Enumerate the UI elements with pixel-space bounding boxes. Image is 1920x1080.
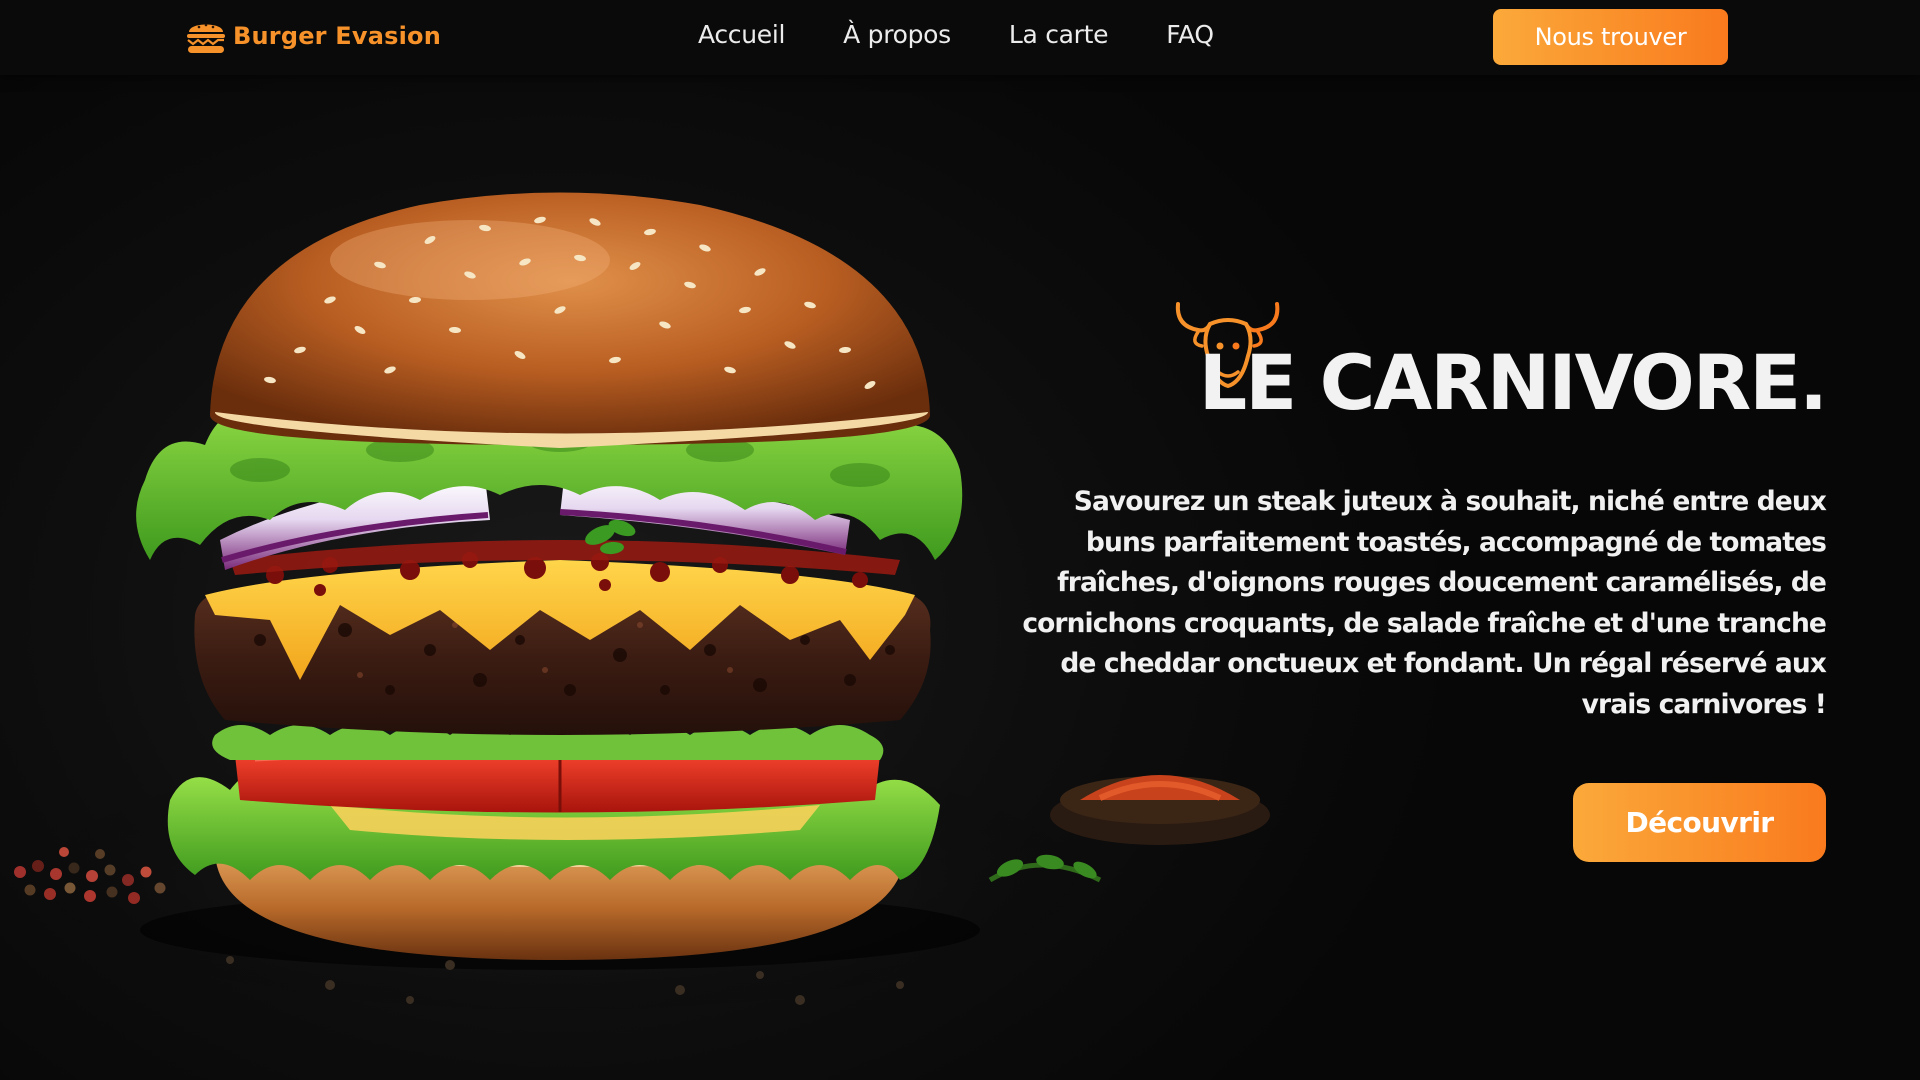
nav-link-faq[interactable]: FAQ [1166,20,1214,49]
burger-icon [187,23,225,53]
hero-description: Savourez un steak juteux à souhait, nich… [1022,486,1827,720]
brand-logo-link[interactable]: Burger Evasion [185,16,441,56]
nav-link-a-propos[interactable]: À propos [843,20,951,49]
headline-block: LE CARNIVORE. [1170,290,1830,430]
discover-button[interactable]: Découvrir [1573,783,1826,862]
brand-name: Burger Evasion [233,22,441,50]
nav-link-accueil[interactable]: Accueil [698,20,785,49]
top-navbar: Burger Evasion Accueil À propos La carte… [0,0,1920,75]
find-us-button[interactable]: Nous trouver [1493,9,1728,65]
hero-title: LE CARNIVORE. [1198,338,1828,427]
nav-link-la-carte[interactable]: La carte [1009,20,1109,49]
page: Burger Evasion Accueil À propos La carte… [0,0,1920,1080]
main-nav: Accueil À propos La carte FAQ [698,20,1214,49]
